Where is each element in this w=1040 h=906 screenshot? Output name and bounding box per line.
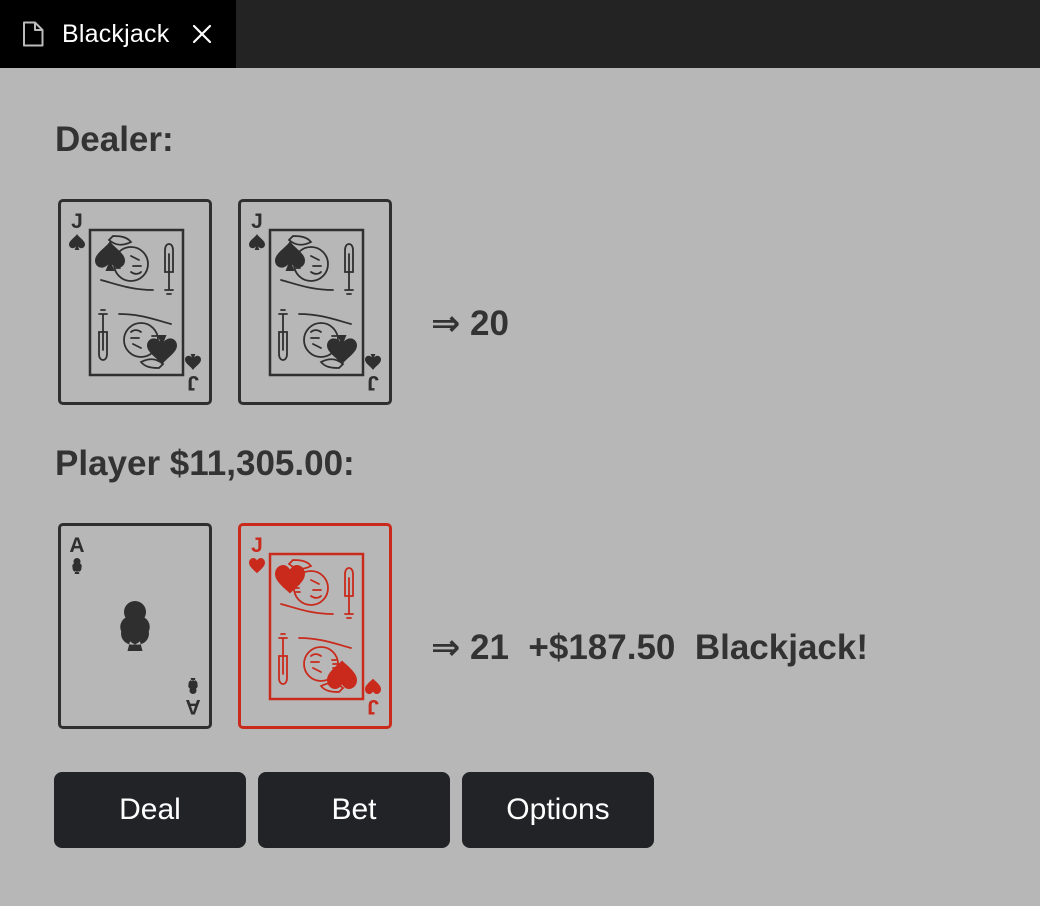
card-rank-top: J bbox=[71, 210, 83, 233]
card-corner-suit-icon bbox=[365, 354, 381, 370]
card-rank-bottom: A bbox=[185, 695, 200, 718]
deal-button[interactable]: Deal bbox=[54, 772, 246, 848]
card-corner-suit-icon bbox=[249, 558, 265, 574]
dealer-card-1: JJ bbox=[58, 199, 212, 405]
court-suit-icon bbox=[275, 565, 305, 594]
dealer-heading: Dealer: bbox=[55, 120, 174, 159]
card-corner-suit-icon bbox=[69, 234, 85, 250]
card-rank-bottom: J bbox=[367, 371, 379, 394]
card-rank-bottom: J bbox=[367, 695, 379, 718]
player-heading: Player $11,305.00: bbox=[55, 444, 355, 483]
card-corner-suit-icon bbox=[188, 678, 198, 694]
card-rank-top: J bbox=[251, 534, 263, 557]
tab-blackjack[interactable]: Blackjack bbox=[0, 0, 236, 68]
player-card-2: JJ bbox=[238, 523, 392, 729]
dealer-total: ⇒ 20 bbox=[431, 304, 509, 343]
player-total-and-result: ⇒ 21 +$187.50 Blackjack! bbox=[431, 628, 869, 667]
title-bar: Blackjack bbox=[0, 0, 1040, 68]
bet-button[interactable]: Bet bbox=[258, 772, 450, 848]
game-area: Dealer: JJ JJ ⇒ 20 Player $11,305.00: AA… bbox=[0, 68, 1040, 906]
close-icon[interactable] bbox=[191, 23, 213, 45]
card-corner-suit-icon bbox=[72, 558, 82, 574]
card-corner-suit-icon bbox=[249, 234, 265, 250]
card-rank-top: J bbox=[251, 210, 263, 233]
ace-center-suit-icon bbox=[120, 601, 150, 651]
card-corner-suit-icon bbox=[185, 354, 201, 370]
player-card-1: AA bbox=[58, 523, 212, 729]
card-corner-suit-icon bbox=[365, 678, 381, 694]
tab-title: Blackjack bbox=[62, 19, 170, 48]
dealer-card-2: JJ bbox=[238, 199, 392, 405]
card-rank-top: A bbox=[69, 534, 84, 557]
file-icon bbox=[22, 21, 44, 47]
options-button[interactable]: Options bbox=[462, 772, 654, 848]
court-suit-icon bbox=[327, 660, 357, 689]
card-rank-bottom: J bbox=[187, 371, 199, 394]
court-suit-icon bbox=[327, 335, 357, 365]
court-suit-icon bbox=[147, 335, 177, 365]
